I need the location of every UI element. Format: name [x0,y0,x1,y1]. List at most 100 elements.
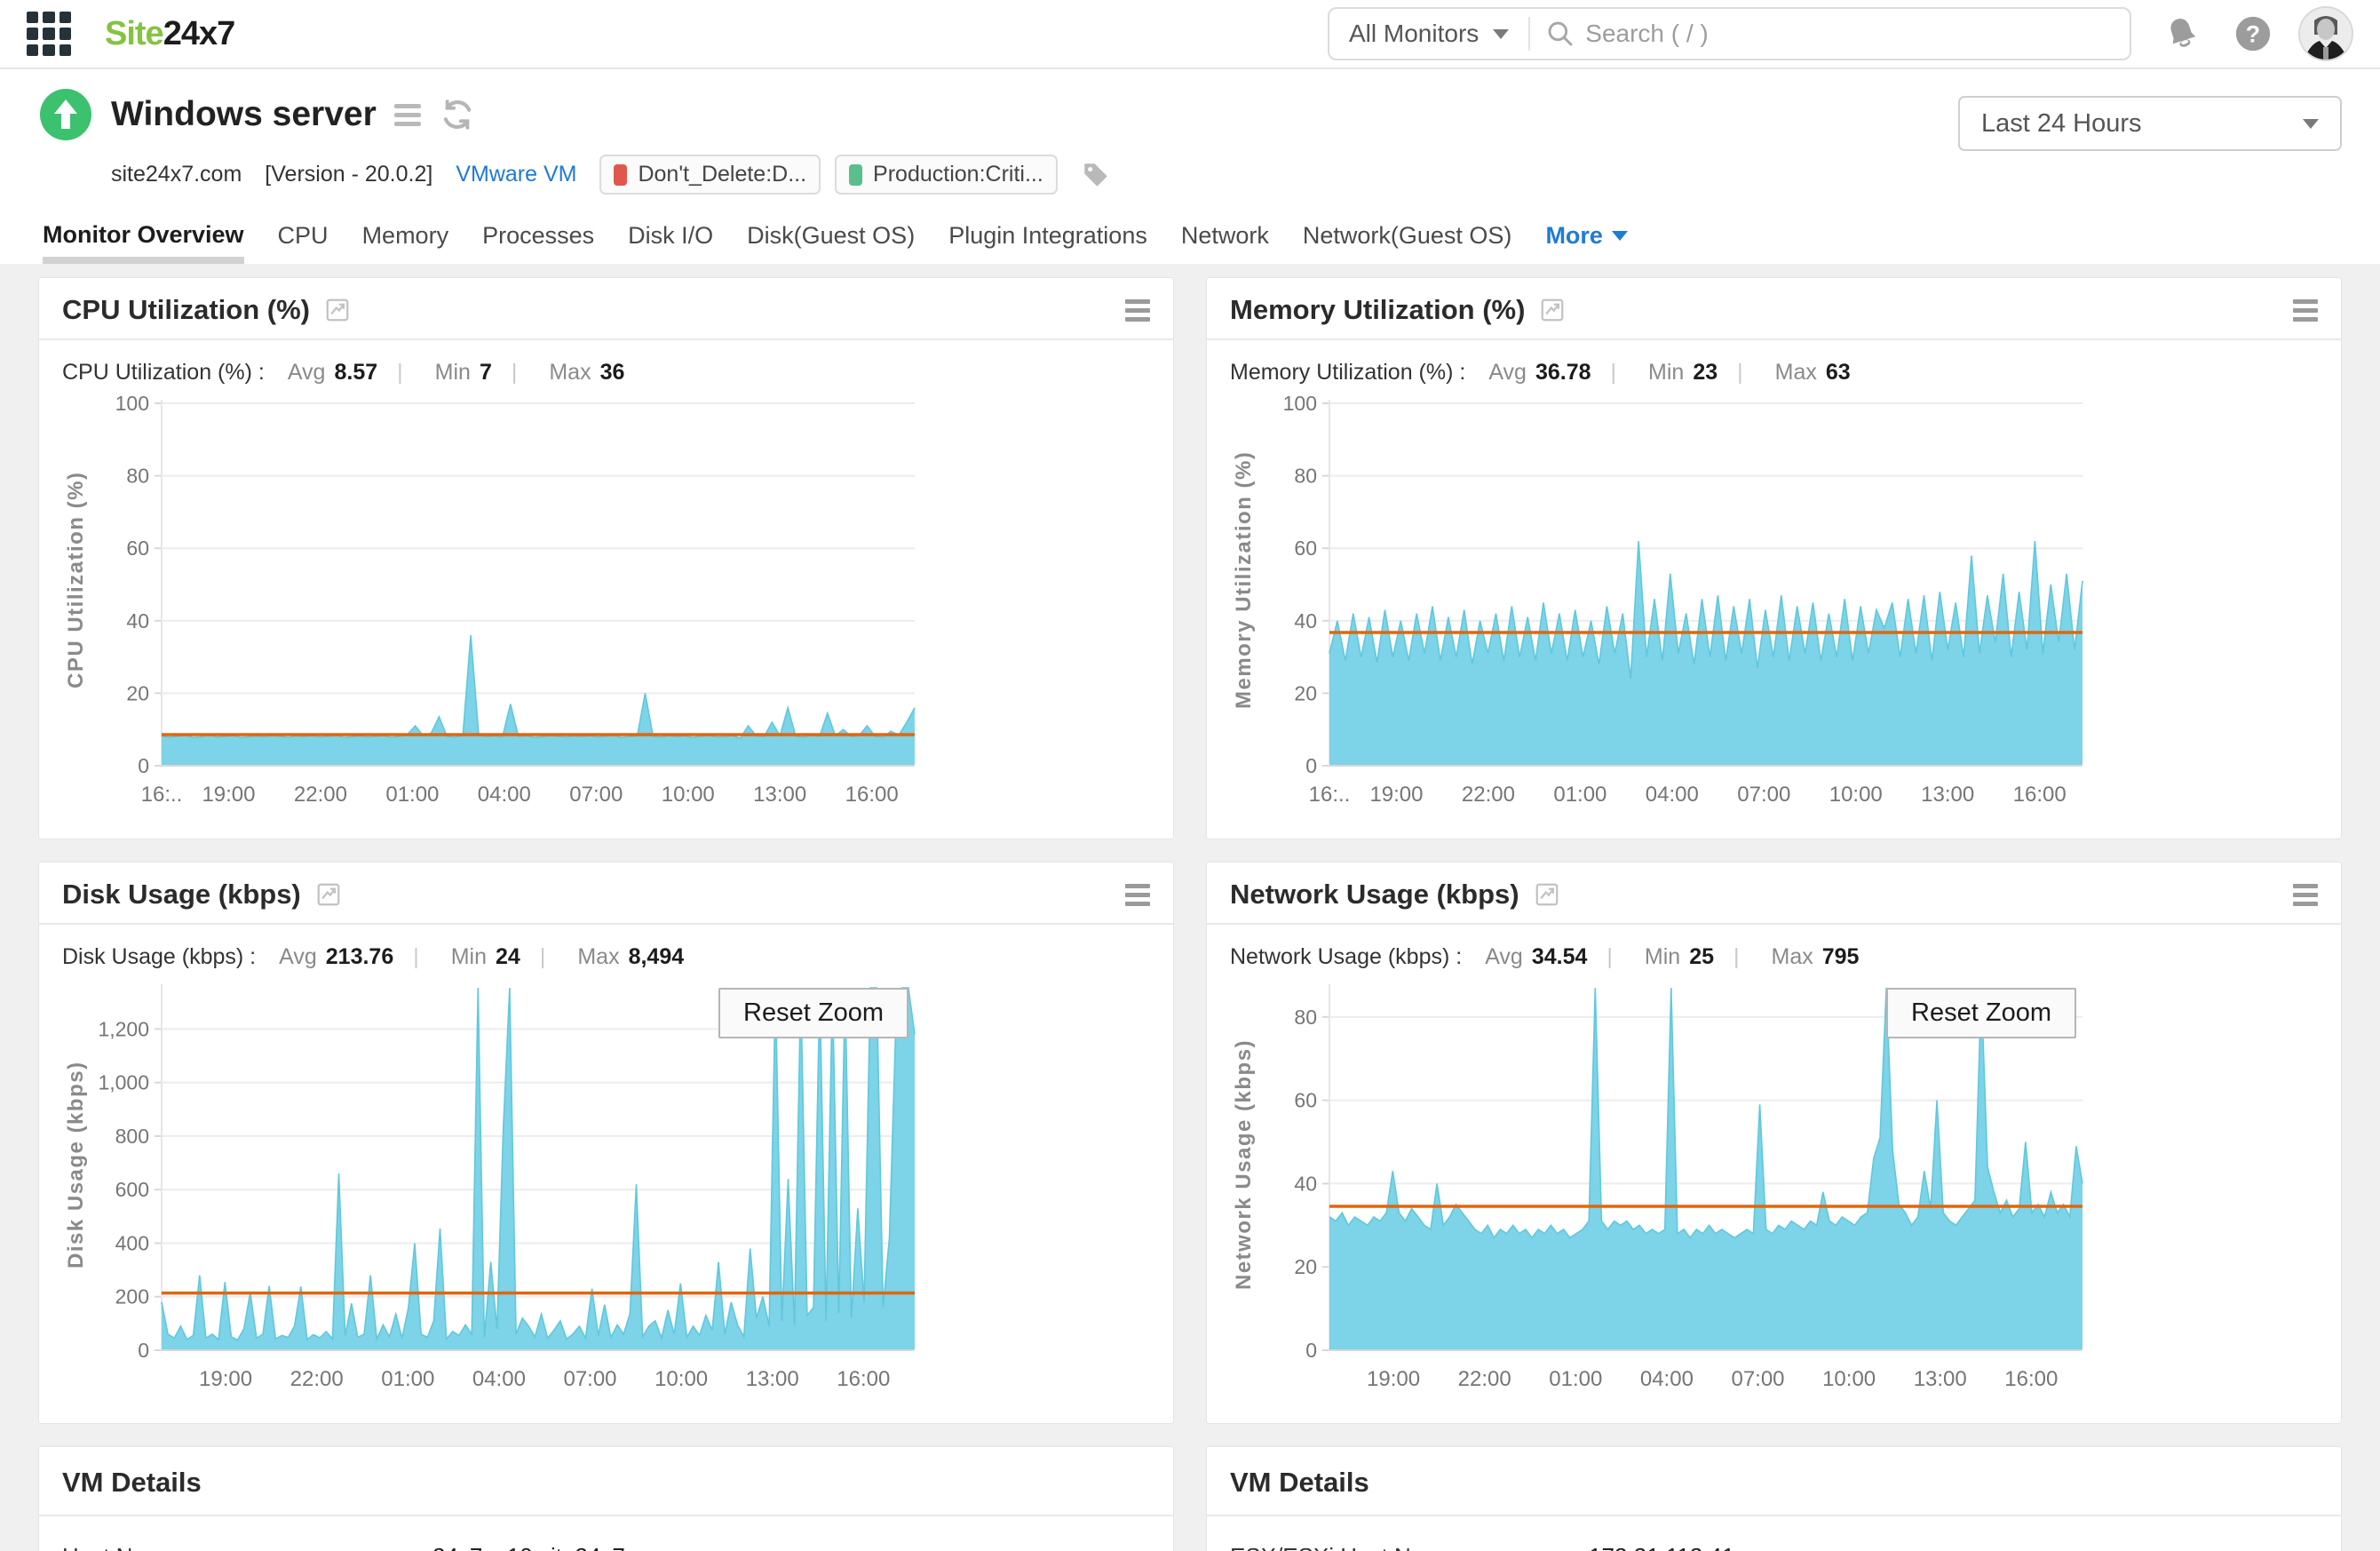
reset-zoom-button[interactable]: Reset Zoom [718,988,908,1038]
svg-text:04:00: 04:00 [478,783,531,807]
vm-detail-label: Host Name [62,1543,421,1551]
svg-text:80: 80 [1294,465,1317,488]
time-range-dropdown[interactable]: Last 24 Hours [1958,96,2342,151]
monitor-tag-0[interactable]: Don't_Delete:D... [599,155,821,195]
svg-text:19:00: 19:00 [202,783,255,807]
svg-text:16:..: 16:.. [141,783,183,807]
avg-value: 34.54 [1531,944,1588,969]
expand-chart-icon[interactable] [1534,881,1560,908]
max-value: 36 [599,360,625,385]
expand-chart-icon[interactable] [315,881,342,908]
network-usage-panel: Network Usage (kbps) Network Usage (kbps… [1206,862,2342,1424]
svg-text:600: 600 [115,1178,149,1201]
reset-zoom-button[interactable]: Reset Zoom [1886,988,2076,1038]
panel-menu-icon[interactable] [1125,879,1150,911]
min-label: Min [450,944,488,969]
monitor-list-icon[interactable] [393,99,421,131]
svg-text:04:00: 04:00 [1640,1367,1694,1391]
svg-text:16:00: 16:00 [2004,1367,2058,1391]
vm-detail-row: ESX/ESXi Host Name 172.21.112.41 [1207,1516,2341,1551]
monitor-scope-dropdown[interactable]: All Monitors [1329,9,1528,59]
svg-text:01:00: 01:00 [1549,1367,1602,1391]
memory-utilization-chart[interactable]: 0 20 40 60 80 100 16:.. 19:00 22:00 01:00 04:00 07:… [1265,394,2091,819]
monitor-scope-label: All Monitors [1349,20,1480,47]
vm-details-panel-host: VM Details ESX/ESXi Host Name 172.21.112… [1206,1446,2342,1551]
chevron-down-icon [1493,28,1510,39]
tab-monitor-overview[interactable]: Monitor Overview [43,221,244,264]
expand-chart-icon[interactable] [324,297,351,323]
refresh-icon[interactable] [439,96,476,133]
min-label: Min [1648,360,1685,385]
app-grid-icon[interactable] [27,12,71,56]
svg-text:100: 100 [115,394,149,415]
tab-network[interactable]: Network [1181,222,1269,264]
min-value: 23 [1693,360,1718,385]
time-range-value: Last 24 Hours [1981,108,2142,138]
svg-text:60: 60 [1294,537,1317,560]
stats-label: Memory Utilization (%) : [1230,360,1466,385]
user-avatar[interactable] [2298,6,2353,61]
y-axis-label: Memory Utilization (%) [1232,450,1256,710]
panel-menu-icon[interactable] [2293,879,2318,911]
svg-text:?: ? [2246,21,2260,48]
notification-bell-icon[interactable] [2162,13,2202,54]
vm-detail-value: 172.21.112.41 [1589,1543,1734,1551]
disk-usage-chart[interactable]: 0 200 400 600 800 1,000 1,200 19:00 22:00 01:00 04… [98,979,924,1404]
cpu-utilization-chart[interactable]: 0 20 40 60 80 100 16:.. 19:00 22:00 01:00 04:00 07:… [98,394,924,819]
svg-text:80: 80 [126,465,149,488]
network-usage-chart[interactable]: 0 20 40 60 80 19:00 22:00 01:00 04:00 07:00 10:00 1… [1265,979,2091,1404]
tab-disk-i-o[interactable]: Disk I/O [628,222,713,264]
tab-network-guest-os-[interactable]: Network(Guest OS) [1303,222,1512,264]
expand-chart-icon[interactable] [1539,297,1566,323]
vmware-vm-link[interactable]: VMware VM [456,162,576,187]
panel-menu-icon[interactable] [1125,295,1150,326]
disk-usage-panel: Disk Usage (kbps) Disk Usage (kbps) : Av… [38,862,1174,1424]
avg-value: 213.76 [325,944,394,969]
y-axis-label: Network Usage (kbps) [1232,1038,1256,1291]
svg-text:40: 40 [126,609,149,632]
monitor-title: Windows server [111,95,377,133]
tab-cpu[interactable]: CPU [278,222,329,264]
max-label: Max [549,360,591,385]
svg-text:19:00: 19:00 [1369,783,1423,807]
search-input[interactable] [1585,20,2114,48]
max-value: 795 [1821,944,1860,969]
svg-text:10:00: 10:00 [662,783,715,807]
stats-label: Disk Usage (kbps) : [62,944,257,969]
max-value: 63 [1825,360,1851,385]
svg-text:40: 40 [1294,1172,1317,1195]
svg-text:22:00: 22:00 [290,1367,344,1391]
min-value: 7 [479,360,492,385]
svg-text:400: 400 [115,1231,149,1254]
site24x7-logo[interactable]: Site24x7 [105,15,235,53]
help-icon[interactable]: ? [2233,13,2273,54]
panel-menu-icon[interactable] [2293,295,2318,326]
tag-icon[interactable] [1081,160,1111,190]
vm-details-title: VM Details [62,1467,202,1498]
tab-plugin-integrations[interactable]: Plugin Integrations [948,222,1147,264]
tab-disk-guest-os-[interactable]: Disk(Guest OS) [747,222,915,264]
tabs: Monitor Overview CPU Memory Processes Disk I… [43,221,2342,264]
svg-text:60: 60 [126,537,149,560]
avg-label: Avg [1485,944,1523,969]
vm-details-panel-guest: VM Details Host Name s24x7-w10.site24x7.… [38,1446,1174,1551]
min-label: Min [1644,944,1681,969]
global-search-container: All Monitors [1328,7,2131,60]
svg-text:16:00: 16:00 [845,783,899,807]
memory-stats-row: Memory Utilization (%) : Avg 36.78 | Min… [1207,340,2341,389]
svg-text:60: 60 [1294,1089,1317,1112]
tab-processes[interactable]: Processes [482,222,594,264]
stats-label: Network Usage (kbps) : [1230,944,1463,969]
svg-text:16:00: 16:00 [2013,783,2067,807]
svg-text:22:00: 22:00 [1458,1367,1511,1391]
stats-separator: | [539,944,546,969]
tab-more[interactable]: More [1545,222,1628,264]
search-icon [1548,21,1573,46]
svg-text:16:00: 16:00 [837,1367,890,1391]
vm-detail-row: Host Name s24x7-w10.site24x7.com [39,1516,1173,1551]
svg-text:20: 20 [126,681,149,704]
tab-memory[interactable]: Memory [362,222,449,264]
svg-text:100: 100 [1283,394,1317,415]
max-label: Max [1771,944,1813,969]
monitor-tag-1[interactable]: Production:Criti... [835,155,1058,195]
